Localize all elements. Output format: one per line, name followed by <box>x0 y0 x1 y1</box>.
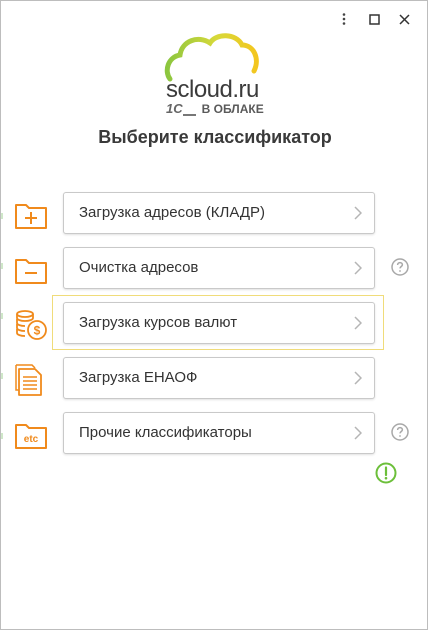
button-label: Загрузка адресов (КЛАДР) <box>79 204 265 221</box>
folder-minus-icon <box>15 259 47 284</box>
svg-text:$: $ <box>34 324 41 338</box>
logo-subtitle-text: В ОБЛАКЕ <box>201 101 264 116</box>
page-title: Выберите классификатор <box>98 127 332 147</box>
load-currency-rates-button[interactable]: Загрузка курсов валют <box>63 302 375 344</box>
scloud-logo: scloud.ru 1С В ОБЛАКЕ <box>1 31 428 121</box>
classifier-row-enaof: Загрузка ЕНАОФ <box>1 357 428 401</box>
classifier-row-kladr: Загрузка адресов (КЛАДР) <box>1 192 428 236</box>
chevron-right-icon <box>354 261 362 275</box>
logo-brand-text: scloud.ru <box>166 76 259 103</box>
load-kladr-button[interactable]: Загрузка адресов (КЛАДР) <box>63 192 375 234</box>
close-icon[interactable] <box>389 9 419 29</box>
chevron-right-icon <box>354 371 362 385</box>
more-vertical-icon[interactable] <box>329 9 359 29</box>
coins-icon: $ <box>16 310 47 340</box>
help-icon[interactable] <box>391 258 409 276</box>
alert-icon[interactable] <box>375 462 397 484</box>
classifier-row-currency: $ Загрузка курсов валют <box>1 302 428 346</box>
chevron-right-icon <box>354 206 362 220</box>
other-classifiers-button[interactable]: Прочие классификаторы <box>63 412 375 454</box>
document-icon <box>15 364 42 396</box>
button-label: Очистка адресов <box>79 259 199 276</box>
classifier-row-clear: Очистка адресов <box>1 247 428 291</box>
folder-etc-label: etc <box>24 434 39 445</box>
chevron-right-icon <box>354 316 362 330</box>
load-enaof-button[interactable]: Загрузка ЕНАОФ <box>63 357 375 399</box>
folder-plus-icon <box>15 204 47 229</box>
button-label: Загрузка курсов валют <box>79 314 238 331</box>
button-label: Прочие классификаторы <box>79 424 252 441</box>
chevron-right-icon <box>354 426 362 440</box>
window-controls <box>329 9 419 29</box>
logo-subtitle: 1С В ОБЛАКЕ <box>166 101 264 116</box>
app-window: scloud.ru 1С В ОБЛАКЕ Выберите классифик… <box>0 0 428 630</box>
folder-etc-icon: etc <box>15 424 47 449</box>
classifier-row-other: etc Прочие классификаторы <box>1 412 428 456</box>
help-icon[interactable] <box>391 423 409 441</box>
logo-1c-mark: 1С <box>166 101 183 116</box>
button-label: Загрузка ЕНАОФ <box>79 369 198 386</box>
maximize-icon[interactable] <box>359 9 389 29</box>
clear-addresses-button[interactable]: Очистка адресов <box>63 247 375 289</box>
